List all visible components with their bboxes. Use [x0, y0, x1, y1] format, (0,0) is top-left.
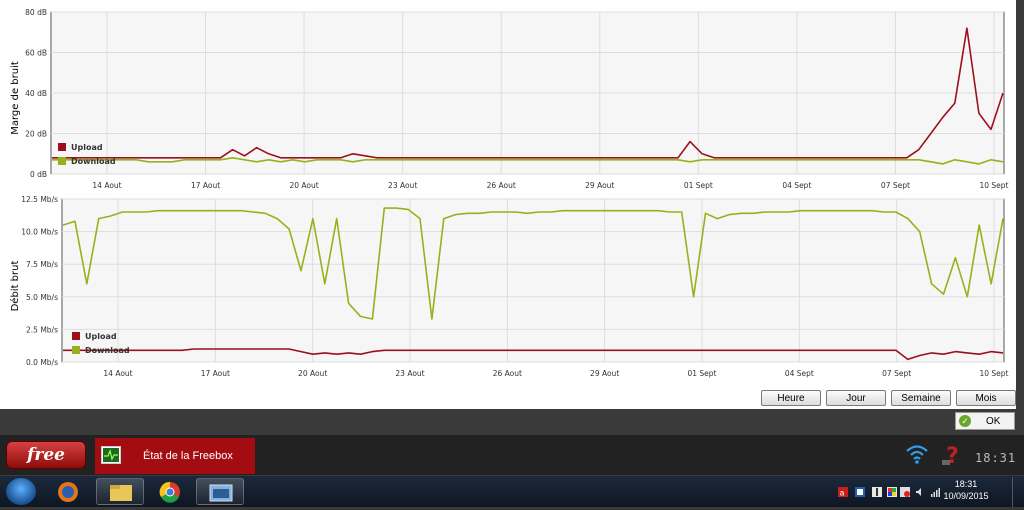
x-tick-label: 20 Aout — [298, 369, 327, 378]
taskbar-freebox-app[interactable] — [196, 478, 244, 505]
x-tick-label: 23 Aout — [395, 369, 424, 378]
freebox-status-label: État de la Freebox — [143, 450, 233, 462]
legend-label: Download — [71, 157, 116, 166]
noise-margin-chart: Marge de bruit 80 dB 60 dB 40 dB 20 dB 0 dB 1… — [10, 8, 1009, 190]
legend-label: Download — [85, 346, 130, 355]
x-tick-label: 29 Aout — [585, 181, 614, 190]
y-tick-label: 80 dB — [25, 8, 47, 17]
x-tick-label: 01 Sept — [687, 369, 716, 378]
x-tick-label: 26 Aout — [493, 369, 522, 378]
week-button[interactable]: Semaine — [891, 390, 951, 406]
y-axis-label: Marge de bruit — [10, 61, 21, 135]
y-tick-label: 60 dB — [25, 49, 47, 58]
show-desktop-button[interactable] — [1012, 477, 1024, 507]
ok-button[interactable]: ✓ OK — [955, 412, 1015, 430]
x-tick-label: 07 Sept — [881, 181, 910, 190]
help-icon[interactable]: ? — [940, 443, 966, 467]
y-tick-label: 40 dB — [25, 89, 47, 98]
volume-icon[interactable] — [915, 487, 925, 497]
monitor-icon — [101, 446, 121, 464]
y-axis-label: Débit brut — [9, 261, 21, 312]
system-time: 18:31 — [954, 479, 978, 489]
x-tick-label: 17 Aout — [201, 369, 230, 378]
legend-label: Upload — [85, 332, 117, 341]
legend-swatch — [58, 143, 66, 151]
y-tick-label: 5.0 Mb/s — [26, 293, 58, 302]
bitrate-chart: Débit brut 12.5 Mb/s 10.0 Mb/s 7.5 Mb/s 5.0… — [9, 195, 1009, 378]
month-button[interactable]: Mois — [956, 390, 1016, 406]
x-tick-label: 29 Aout — [590, 369, 619, 378]
y-tick-label: 10.0 Mb/s — [21, 228, 58, 237]
free-menu-button[interactable]: free — [6, 441, 86, 469]
x-tick-label: 10 Sept — [979, 181, 1008, 190]
x-tick-label: 20 Aout — [290, 181, 319, 190]
x-tick-label: 07 Sept — [882, 369, 911, 378]
pulse-icon — [103, 448, 119, 462]
panel-border — [1016, 0, 1024, 409]
plot-area — [61, 198, 1005, 363]
folder-icon — [110, 485, 132, 501]
x-tick-label: 23 Aout — [388, 181, 417, 190]
legend-swatch — [72, 332, 80, 340]
x-tick-label: 14 Aout — [103, 369, 132, 378]
tray-update-icon — [872, 487, 882, 497]
x-tick-label: 26 Aout — [487, 181, 516, 190]
chrome-icon — [159, 481, 180, 503]
antivirus-icon: a — [838, 487, 848, 497]
dialog-footer — [0, 409, 1024, 435]
day-button[interactable]: Jour — [826, 390, 886, 406]
system-clock[interactable]: 18:31 10/09/2015 — [936, 478, 996, 502]
x-tick-label: 10 Sept — [979, 369, 1008, 378]
tray-app-icon — [855, 487, 865, 497]
taskbar-explorer[interactable] — [96, 478, 144, 505]
taskbar-chrome[interactable] — [146, 478, 194, 505]
check-icon: ✓ — [959, 415, 971, 427]
x-tick-label: 04 Sept — [782, 181, 811, 190]
y-tick-label: 12.5 Mb/s — [21, 195, 58, 204]
x-tick-label: 01 Sept — [684, 181, 713, 190]
x-tick-label: 04 Sept — [785, 369, 814, 378]
legend-label: Upload — [71, 143, 103, 152]
freebox-clock: 18:31 — [975, 451, 1017, 465]
legend-swatch — [72, 346, 80, 354]
start-button[interactable] — [6, 478, 36, 505]
app-window-icon — [209, 484, 233, 502]
wifi-icon — [906, 445, 928, 464]
y-tick-label: 0 dB — [30, 170, 47, 179]
y-tick-label: 20 dB — [25, 130, 47, 139]
ok-label: OK — [986, 416, 1001, 427]
svg-text:a: a — [840, 489, 845, 498]
hour-button[interactable]: Heure — [761, 390, 821, 406]
network-error-icon — [900, 487, 910, 497]
legend-swatch — [58, 157, 66, 165]
firefox-icon — [58, 482, 78, 502]
x-tick-label: 17 Aout — [191, 181, 220, 190]
freebox-status-tab[interactable]: État de la Freebox — [95, 438, 255, 474]
taskbar-firefox[interactable] — [44, 478, 92, 505]
system-date: 10/09/2015 — [943, 491, 989, 501]
y-tick-label: 7.5 Mb/s — [26, 260, 58, 269]
x-tick-label: 14 Aout — [92, 181, 121, 190]
tray-flag-icon — [887, 487, 897, 497]
y-tick-label: 0.0 Mb/s — [26, 358, 58, 367]
y-tick-label: 2.5 Mb/s — [26, 325, 58, 334]
